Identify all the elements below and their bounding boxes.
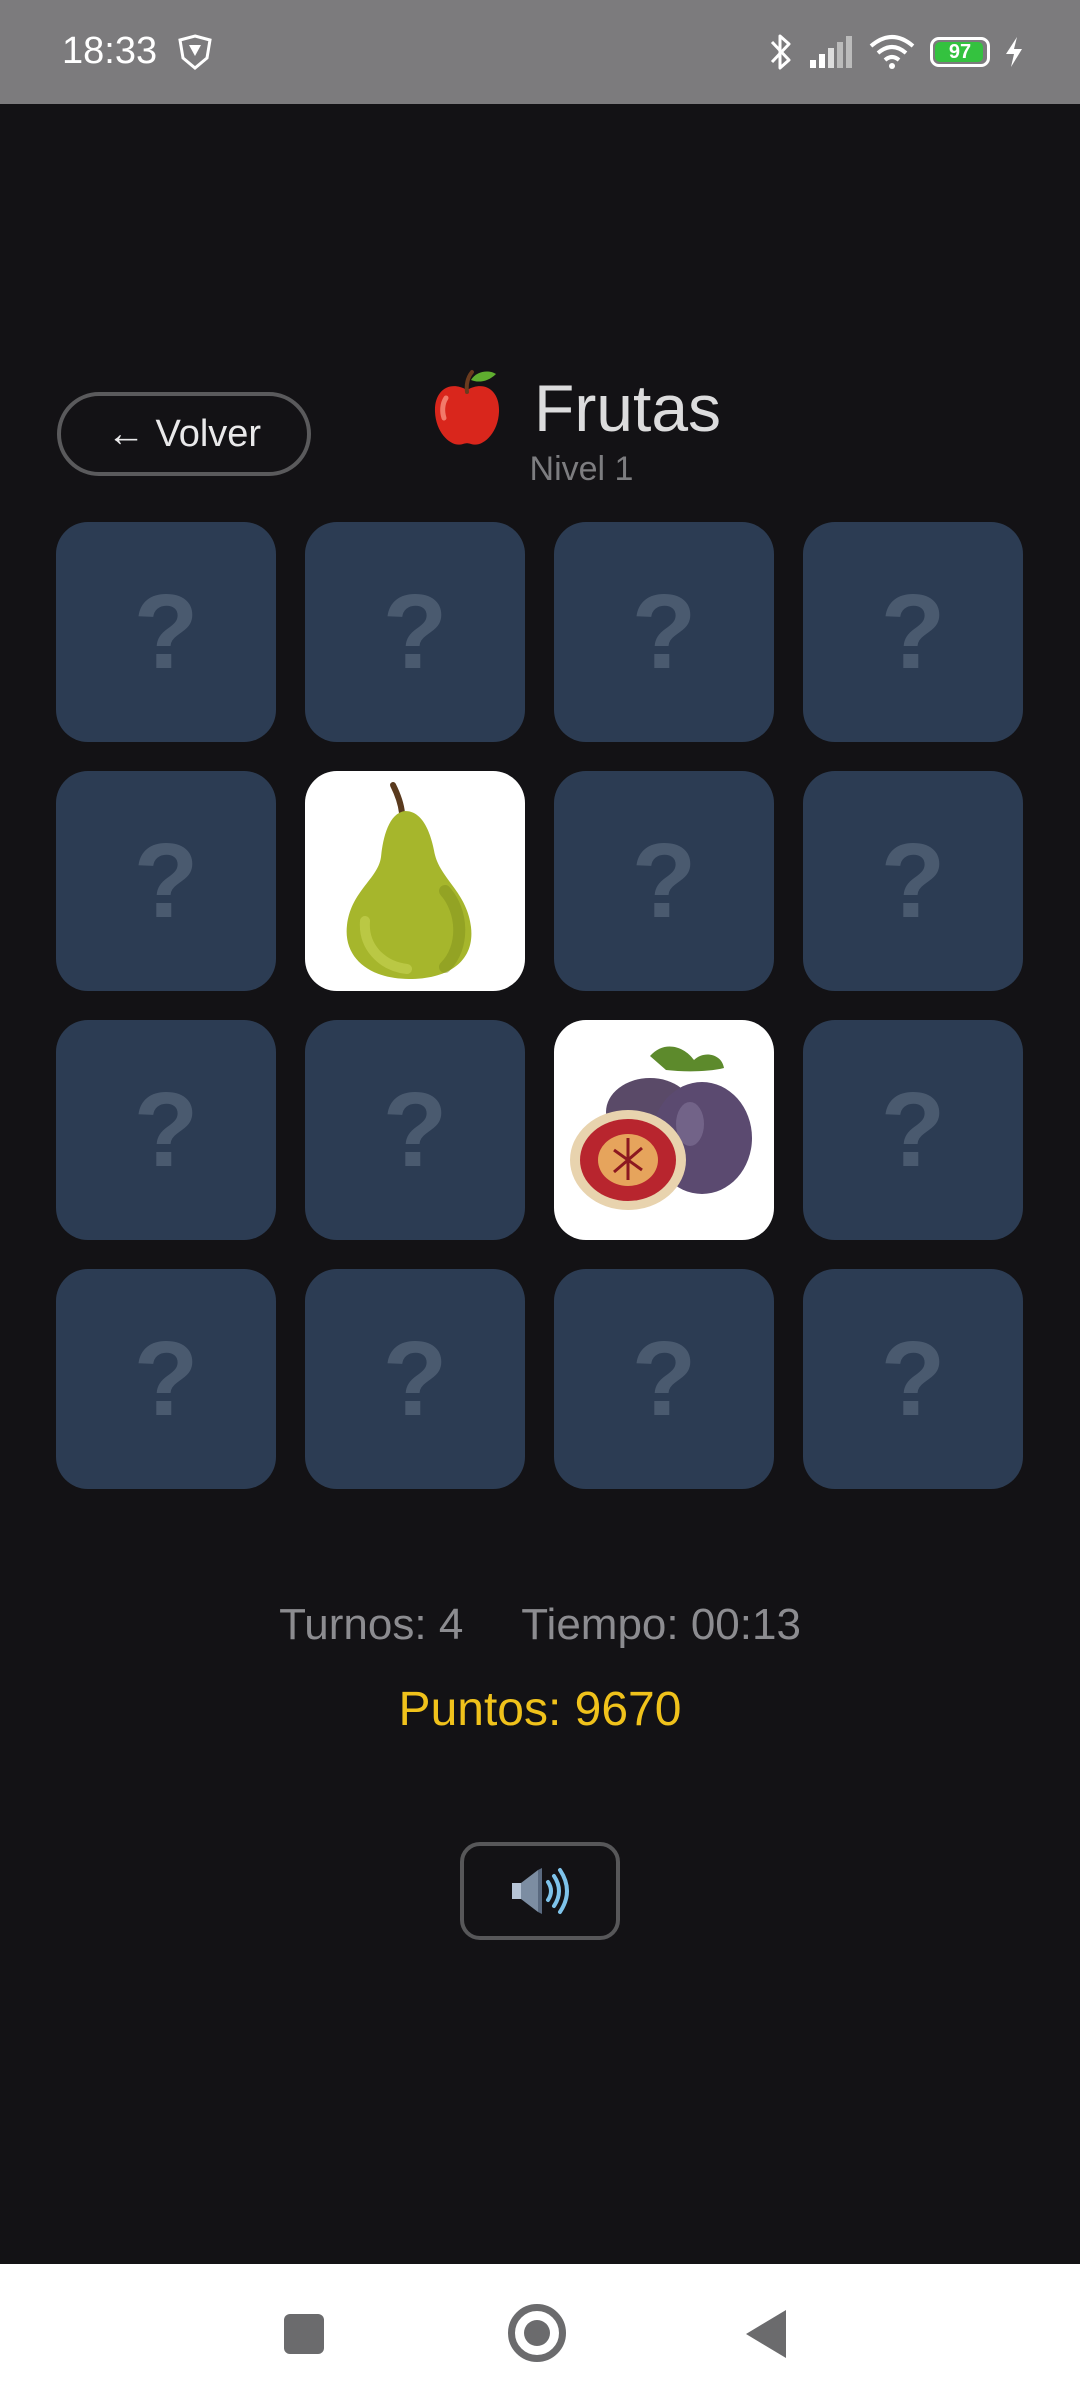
card-revealed-pear[interactable] xyxy=(305,771,525,991)
bluetooth-icon xyxy=(770,34,791,70)
charging-bolt-icon xyxy=(1006,37,1022,67)
card-hidden[interactable]: ? xyxy=(554,771,774,991)
memory-board: ?????????????? xyxy=(56,522,1024,1489)
fig-image xyxy=(570,1046,752,1210)
game-screen: ← Volver Frutas Nivel 1 ?????????????? T… xyxy=(0,104,1080,2264)
card-hidden[interactable]: ? xyxy=(803,771,1023,991)
card-hidden[interactable]: ? xyxy=(305,522,525,742)
recents-button[interactable] xyxy=(284,2314,324,2354)
question-mark: ? xyxy=(880,1319,946,1438)
card-hidden[interactable]: ? xyxy=(305,1020,525,1240)
battery-level: 97 xyxy=(948,40,972,63)
question-mark: ? xyxy=(631,821,697,940)
pear-image xyxy=(346,782,472,979)
timer: Tiempo: 00:13 xyxy=(521,1600,801,1649)
card-hidden[interactable]: ? xyxy=(56,1020,276,1240)
status-icons: 97 xyxy=(768,28,1024,76)
card-hidden[interactable]: ? xyxy=(803,522,1023,742)
card-hidden[interactable]: ? xyxy=(803,1269,1023,1489)
card-hidden[interactable]: ? xyxy=(554,522,774,742)
question-mark: ? xyxy=(880,821,946,940)
battery-indicator: 97 xyxy=(930,37,990,67)
card-hidden[interactable]: ? xyxy=(803,1020,1023,1240)
card-hidden[interactable]: ? xyxy=(56,1269,276,1489)
question-mark: ? xyxy=(880,572,946,691)
question-mark: ? xyxy=(133,821,199,940)
navigation-bar xyxy=(0,2264,1080,2400)
stats-row: Turnos: 4 Tiempo: 00:13 xyxy=(0,1600,1080,1650)
question-mark: ? xyxy=(631,1319,697,1438)
red-apple-icon xyxy=(434,370,500,445)
card-hidden[interactable]: ? xyxy=(554,1269,774,1489)
question-mark: ? xyxy=(382,1070,448,1189)
score-display: Puntos: 9670 xyxy=(398,1683,682,1736)
turns-counter: Turnos: 4 xyxy=(279,1600,464,1649)
level-label: Nivel 1 xyxy=(529,450,634,488)
wifi-icon xyxy=(869,35,915,69)
home-button[interactable] xyxy=(508,2304,566,2362)
status-time: 18:33 xyxy=(62,30,158,72)
sound-toggle-button[interactable] xyxy=(460,1842,620,1940)
question-mark: ? xyxy=(382,1319,448,1438)
question-mark: ? xyxy=(880,1070,946,1189)
question-mark: ? xyxy=(382,572,448,691)
home-icon xyxy=(524,2320,550,2346)
speaker-icon xyxy=(512,1868,569,1914)
back-nav-button[interactable] xyxy=(746,2310,786,2358)
question-mark: ? xyxy=(631,572,697,691)
card-hidden[interactable]: ? xyxy=(305,1269,525,1489)
status-bar: 18:33 97 xyxy=(0,0,1080,104)
page-header: Frutas xyxy=(430,368,721,448)
card-hidden[interactable]: ? xyxy=(56,771,276,991)
question-mark: ? xyxy=(133,1319,199,1438)
card-hidden[interactable]: ? xyxy=(56,522,276,742)
card-revealed-fig[interactable] xyxy=(554,1020,774,1240)
vpn-shield-icon xyxy=(178,34,212,70)
question-mark: ? xyxy=(133,1070,199,1189)
cellular-signal-icon xyxy=(810,36,852,68)
question-mark: ? xyxy=(133,572,199,691)
page-title: Frutas xyxy=(534,371,722,445)
